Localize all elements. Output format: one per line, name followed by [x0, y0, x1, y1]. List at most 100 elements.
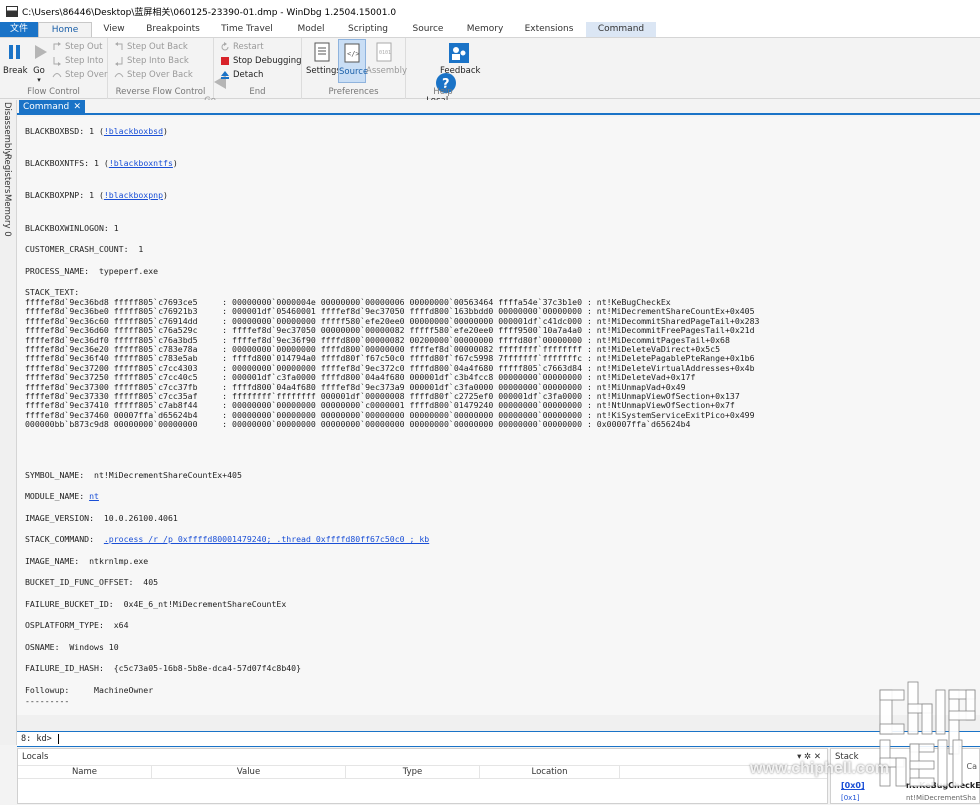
detach-label: Detach: [233, 70, 264, 80]
output-line: MODULE_NAME: nt: [25, 491, 99, 501]
column-location[interactable]: Location: [480, 766, 620, 778]
end-label: End: [249, 87, 266, 97]
break-label: Break: [3, 66, 28, 76]
source-label: Source: [339, 67, 369, 77]
go-label: Go: [33, 66, 45, 76]
feedback-button[interactable]: Feedback: [440, 42, 481, 76]
tab-command-window[interactable]: Command ✕: [19, 100, 85, 115]
play-icon: [29, 42, 51, 64]
output-line: STACK_TEXT:: [25, 287, 80, 297]
output-line: OSNAME: Windows 10: [25, 642, 119, 652]
step-into-back-label: Step Into Back: [127, 56, 189, 66]
break-button[interactable]: Break: [3, 42, 28, 76]
tab-view[interactable]: View: [92, 22, 136, 37]
step-into-label: Step Into: [65, 56, 104, 66]
frame-function: nt!MiDecrementSha: [906, 794, 977, 802]
output-line: BUCKET_ID_FUNC_OFFSET: 405: [25, 577, 159, 587]
tab-home[interactable]: Home: [38, 22, 92, 37]
restart-button[interactable]: Restart: [220, 42, 264, 52]
frame-index-link[interactable]: [0x1]: [841, 792, 860, 805]
stack-command-link[interactable]: .process /r /p 0xffffd80001479240; .thre…: [104, 534, 429, 544]
step-into-back-icon: [114, 56, 124, 66]
step-into-back-button[interactable]: Step Into Back: [114, 56, 189, 66]
go-dropdown-icon[interactable]: ▾: [29, 76, 49, 84]
output-line: FAILURE_BUCKET_ID: 0x4E_6_nt!MiDecrement…: [25, 599, 287, 609]
stack-pane: Stack Ca [0x0] nt!KeBugCheckEx [0x1] nt!…: [830, 748, 980, 804]
side-tab-registers[interactable]: Registers: [2, 154, 12, 193]
tab-model[interactable]: Model: [284, 22, 338, 37]
blackboxbsd-link[interactable]: !blackboxbsd: [104, 126, 163, 136]
close-icon[interactable]: ✕: [73, 100, 81, 115]
stack-row[interactable]: [0x1] nt!MiDecrementSha: [831, 792, 979, 805]
group-help: ? Local Help ▾ Feedback Help: [406, 38, 481, 116]
side-tab-disassembly[interactable]: Disassembly: [2, 102, 12, 156]
column-value[interactable]: Value: [152, 766, 346, 778]
feedback-label: Feedback: [440, 66, 481, 76]
feedback-icon: [448, 42, 470, 64]
step-out-back-label: Step Out Back: [127, 42, 188, 52]
horizontal-scrollbar[interactable]: [17, 715, 980, 731]
column-name[interactable]: Name: [18, 766, 152, 778]
svg-text:0101: 0101: [379, 50, 391, 56]
tab-memory[interactable]: Memory: [458, 22, 512, 37]
tab-command[interactable]: Command: [586, 22, 656, 37]
group-flow-control: Break Go ▾ Step Out Step Into Step Over …: [0, 38, 108, 99]
tab-breakpoints[interactable]: Breakpoints: [136, 22, 210, 37]
tab-scripting[interactable]: Scripting: [338, 22, 398, 37]
settings-button[interactable]: Settings: [306, 42, 341, 76]
detach-button[interactable]: Detach: [220, 70, 263, 80]
output-line: BLACKBOXNTFS: 1 (!blackboxntfs): [25, 158, 178, 168]
assembly-icon: 0101: [373, 42, 395, 64]
step-over-back-icon: [114, 70, 124, 80]
stop-debugging-button[interactable]: Stop Debugging: [220, 56, 302, 66]
stop-debugging-label: Stop Debugging: [233, 56, 302, 66]
side-tab-memory[interactable]: Memory 0: [2, 194, 12, 237]
reverse-flow-control-label: Reverse Flow Control: [115, 87, 206, 97]
tab-extensions[interactable]: Extensions: [512, 22, 586, 37]
step-out-label: Step Out: [65, 42, 103, 52]
stack-column-hint: Ca: [966, 762, 978, 771]
source-code-icon: </>: [341, 43, 363, 65]
output-line: PROCESS_NAME: typeperf.exe: [25, 266, 159, 276]
locals-title: Locals: [22, 752, 49, 762]
step-out-back-button[interactable]: Step Out Back: [114, 42, 188, 52]
assembly-label: Assembly: [366, 66, 407, 76]
tab-time-travel[interactable]: Time Travel: [210, 22, 284, 37]
pause-icon: [4, 42, 26, 64]
restart-label: Restart: [233, 42, 264, 52]
column-type[interactable]: Type: [346, 766, 480, 778]
stack-row[interactable]: [0x0] nt!KeBugCheckEx: [831, 779, 980, 792]
locals-header: Locals ▾ ✲ ✕: [18, 749, 827, 765]
frame-index-link[interactable]: [0x0]: [841, 779, 865, 792]
step-over-label: Step Over: [65, 70, 108, 80]
command-input[interactable]: 8: kd>: [17, 731, 980, 747]
stack-title: Stack: [835, 752, 859, 762]
eject-icon: [220, 70, 230, 80]
output-line: OSPLATFORM_TYPE: x64: [25, 620, 129, 630]
output-line: BLACKBOXPNP: 1 (!blackboxpnp): [25, 190, 168, 200]
output-line: IMAGE_VERSION: 10.0.26100.4061: [25, 513, 178, 523]
output-line: Followup: MachineOwner: [25, 685, 154, 695]
step-over-button[interactable]: Step Over: [52, 70, 108, 80]
step-out-icon: [52, 42, 62, 52]
output-line: ---------: [25, 696, 70, 706]
assembly-button[interactable]: 0101 Assembly: [366, 42, 407, 76]
go-button[interactable]: Go ▾: [29, 42, 49, 84]
go-back-icon: [188, 62, 226, 89]
pane-controls[interactable]: ▾ ✲ ✕: [797, 749, 821, 765]
output-line: FAILURE_ID_HASH: {c5c73a05-16b8-5b8e-dca…: [25, 663, 302, 673]
ribbon-tabs: 文件 Home View Breakpoints Time Travel Mod…: [0, 22, 980, 37]
step-over-back-button[interactable]: Step Over Back: [114, 70, 193, 80]
tab-source[interactable]: Source: [398, 22, 458, 37]
tab-file[interactable]: 文件: [0, 22, 38, 37]
blackboxpnp-link[interactable]: !blackboxpnp: [104, 190, 163, 200]
output-line: IMAGE_NAME: ntkrnlmp.exe: [25, 556, 149, 566]
source-button[interactable]: </> Source: [338, 39, 369, 83]
step-over-back-label: Step Over Back: [127, 70, 193, 80]
step-out-button[interactable]: Step Out: [52, 42, 102, 52]
ribbon: Break Go ▾ Step Out Step Into Step Over …: [0, 37, 980, 116]
module-name-link[interactable]: nt: [89, 491, 99, 501]
step-into-button[interactable]: Step Into: [52, 56, 103, 66]
blackboxntfs-link[interactable]: !blackboxntfs: [109, 158, 173, 168]
stack-header: Stack Ca: [831, 749, 979, 771]
